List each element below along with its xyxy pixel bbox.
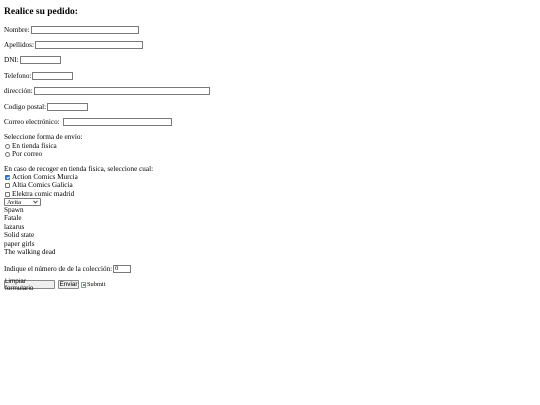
nombre-row: Nombre: — [4, 25, 139, 35]
store-option-murcia[interactable]: Action Comics Murcia — [5, 173, 78, 181]
dni-input[interactable] — [19, 56, 61, 64]
comic-list-item: lazarus — [4, 223, 25, 231]
checkbox-murcia[interactable] — [5, 174, 10, 180]
checkbox-galicia[interactable] — [5, 182, 10, 188]
reset-button[interactable]: Limpiar formulario — [4, 278, 55, 292]
correo-label: Correo electrónico: — [4, 118, 60, 126]
comic-list-item: Fatale — [4, 214, 22, 222]
quantity-row: Indique el número de de la colección: 0 — [4, 264, 132, 274]
store-option-galicia[interactable]: Altia Comics Galicia — [5, 181, 73, 189]
telefono-input[interactable] — [32, 72, 74, 80]
direccion-label: dirección: — [4, 87, 33, 95]
comic-select[interactable]: Avita — [4, 198, 41, 206]
correo-row: Correo electrónico: — [4, 117, 172, 127]
shipping-option-correo[interactable]: Por correo — [5, 150, 42, 158]
image-submit-alt: Submit — [87, 281, 106, 288]
radio-tienda[interactable] — [5, 143, 10, 149]
direccion-input[interactable] — [33, 87, 210, 95]
comic-list-item: Solid state — [4, 231, 35, 239]
radio-correo[interactable] — [5, 151, 10, 157]
checkbox-madrid[interactable] — [5, 191, 10, 197]
store-option-madrid[interactable]: Elektra comic madrid — [5, 190, 74, 198]
send-button[interactable]: Enviar — [58, 280, 79, 289]
quantity-input[interactable]: 0 — [113, 265, 132, 273]
comic-select-value: Avita — [7, 198, 21, 206]
dni-label: DNI: — [4, 56, 19, 64]
comic-list-item: paper girls — [4, 240, 35, 248]
apellidos-label: Apellidos: — [4, 41, 34, 49]
order-form-page: Realice su pedido: Nombre: Apellidos: DN… — [0, 0, 540, 405]
codigo-postal-input[interactable] — [47, 103, 89, 111]
comic-list-item: Spawn — [4, 206, 24, 214]
shipping-option-tienda[interactable]: En tienda fisica — [5, 142, 57, 150]
image-submit-button[interactable]: Submit — [81, 281, 105, 288]
apellidos-row: Apellidos: — [4, 40, 143, 50]
broken-image-icon — [81, 281, 86, 288]
telefono-label: Telefono: — [4, 72, 32, 80]
store-option-madrid-label: Elektra comic madrid — [12, 190, 75, 198]
nombre-input[interactable] — [30, 26, 139, 34]
codigo-postal-label: Codigo postal: — [4, 103, 47, 111]
correo-input[interactable] — [62, 118, 172, 126]
nombre-label: Nombre: — [4, 26, 30, 34]
shipping-option-tienda-label: En tienda fisica — [12, 142, 57, 150]
direccion-row: dirección: — [4, 86, 210, 96]
store-option-murcia-label: Action Comics Murcia — [12, 173, 78, 181]
dni-row: DNI: — [4, 55, 61, 65]
store-option-galicia-label: Altia Comics Galicia — [12, 181, 73, 189]
quantity-label: Indique el número de de la colección: — [4, 265, 113, 273]
form-title: Realice su pedido: — [4, 7, 78, 17]
apellidos-input[interactable] — [34, 41, 143, 49]
stores-label: En caso de recoger en tienda fisica, sel… — [4, 165, 154, 173]
telefono-row: Telefono: — [4, 71, 74, 81]
codigo-postal-row: Codigo postal: — [4, 102, 89, 112]
shipping-option-correo-label: Por correo — [12, 150, 43, 158]
comic-list-item: The walking dead — [4, 248, 56, 256]
shipping-label: Seleccione forma de envío: — [4, 133, 83, 141]
chevron-down-icon — [33, 199, 38, 206]
